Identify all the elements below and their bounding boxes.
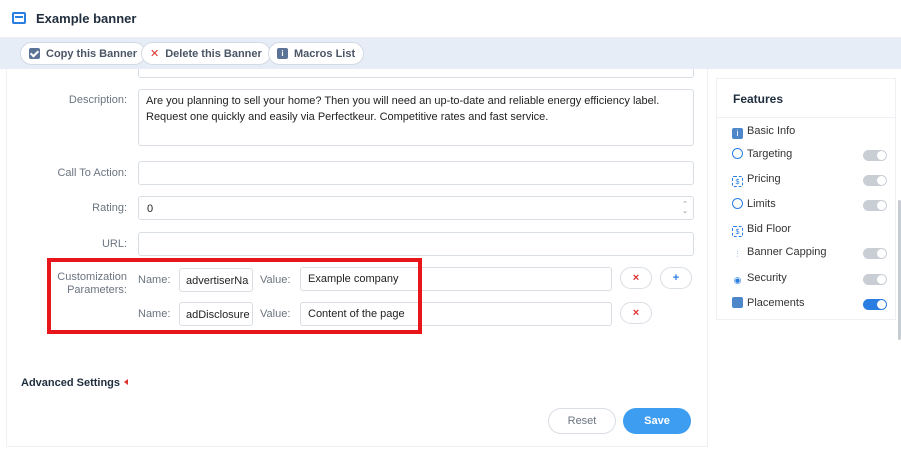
checkbox-icon bbox=[29, 48, 40, 59]
close-icon: ✕ bbox=[150, 48, 160, 60]
rating-input[interactable]: 0 ⌃ ⌄ bbox=[138, 196, 694, 220]
remove-param-button[interactable]: × bbox=[620, 302, 652, 324]
description-textarea[interactable]: Are you planning to sell your home? Then… bbox=[138, 89, 694, 146]
macros-list-button[interactable]: i Macros List bbox=[268, 42, 365, 65]
description-label: Description: bbox=[68, 94, 127, 106]
remove-param-button[interactable]: × bbox=[620, 267, 652, 289]
delete-banner-button[interactable]: ✕ Delete this Banner bbox=[141, 42, 271, 65]
feature-label: Pricing bbox=[747, 173, 781, 185]
feature-limits[interactable]: Limits bbox=[732, 198, 887, 214]
pricing-toggle[interactable] bbox=[863, 175, 887, 186]
feature-label: Basic Info bbox=[747, 125, 796, 137]
highlight-box bbox=[47, 258, 422, 334]
info-icon: i bbox=[277, 48, 288, 59]
stepper-icon[interactable]: ⌃ ⌄ bbox=[682, 201, 688, 215]
divider bbox=[717, 117, 895, 118]
advanced-settings-toggle[interactable]: Advanced Settings bbox=[21, 377, 129, 389]
bid-icon: $ bbox=[732, 226, 743, 237]
feature-label: Limits bbox=[747, 198, 776, 210]
feature-label: Banner Capping bbox=[747, 246, 827, 258]
feature-banner-capping[interactable]: ⫶ Banner Capping bbox=[732, 246, 887, 262]
feature-bid-floor[interactable]: $ Bid Floor bbox=[732, 223, 887, 239]
toolbar: Copy this Banner ✕ Delete this Banner i … bbox=[0, 38, 901, 69]
features-title: Features bbox=[733, 92, 784, 106]
feature-basic-info[interactable]: i Basic Info bbox=[732, 125, 887, 141]
targeting-toggle[interactable] bbox=[863, 150, 887, 161]
sliders-icon: ⫶ bbox=[736, 249, 739, 259]
target-icon bbox=[732, 148, 743, 159]
feature-security[interactable]: ◉ Security bbox=[732, 272, 887, 288]
cta-label: Call To Action: bbox=[57, 167, 127, 179]
limits-toggle[interactable] bbox=[863, 200, 887, 211]
macros-list-label: Macros List bbox=[294, 47, 356, 60]
copy-banner-label: Copy this Banner bbox=[46, 47, 138, 60]
rating-value: 0 bbox=[147, 203, 154, 215]
url-input[interactable] bbox=[138, 232, 694, 256]
reset-button[interactable]: Reset bbox=[548, 408, 616, 434]
url-label: URL: bbox=[101, 238, 127, 250]
banner-icon bbox=[12, 12, 26, 24]
info-icon: i bbox=[732, 128, 743, 139]
advanced-settings-label: Advanced Settings bbox=[21, 377, 121, 389]
previous-field[interactable] bbox=[138, 69, 694, 78]
banner-capping-toggle[interactable] bbox=[863, 248, 887, 259]
placement-icon bbox=[732, 297, 743, 308]
feature-pricing[interactable]: $ Pricing bbox=[732, 173, 887, 189]
banner-form: Description: Are you planning to sell yo… bbox=[6, 69, 708, 447]
security-toggle[interactable] bbox=[863, 274, 887, 285]
rating-label: Rating: bbox=[92, 202, 127, 214]
feature-label: Bid Floor bbox=[747, 223, 792, 235]
caret-left-icon bbox=[124, 379, 129, 385]
feature-placements[interactable]: Placements bbox=[732, 297, 887, 313]
add-param-button[interactable]: + bbox=[660, 267, 692, 289]
eye-icon: ◉ bbox=[733, 275, 742, 285]
placements-toggle[interactable] bbox=[863, 299, 887, 310]
feature-targeting[interactable]: Targeting bbox=[732, 148, 887, 164]
feature-label: Targeting bbox=[747, 148, 793, 160]
clock-icon bbox=[732, 198, 743, 209]
title-bar: Example banner bbox=[0, 0, 901, 38]
copy-banner-button[interactable]: Copy this Banner bbox=[20, 42, 147, 65]
feature-label: Security bbox=[747, 272, 787, 284]
delete-banner-label: Delete this Banner bbox=[165, 47, 262, 60]
pricing-icon: $ bbox=[732, 176, 743, 187]
cta-input[interactable] bbox=[138, 161, 694, 185]
features-panel: Features i Basic Info Targeting $ Pricing … bbox=[716, 78, 896, 320]
page-title: Example banner bbox=[36, 11, 137, 26]
feature-label: Placements bbox=[747, 297, 805, 309]
save-button[interactable]: Save bbox=[623, 408, 691, 434]
